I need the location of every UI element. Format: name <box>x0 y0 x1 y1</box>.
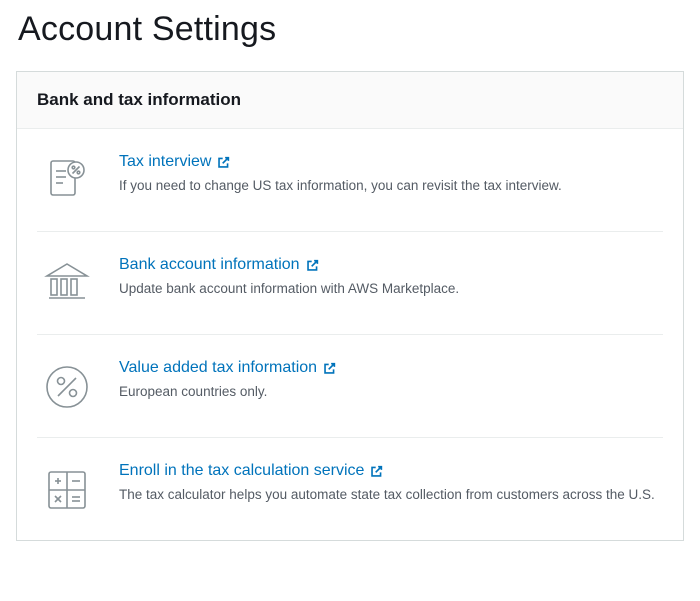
link-label: Value added tax information <box>119 359 317 377</box>
external-link-icon <box>370 465 383 478</box>
row-vat: Value added tax information European cou… <box>37 335 663 438</box>
tax-interview-link[interactable]: Tax interview <box>119 153 230 171</box>
row-description: If you need to change US tax information… <box>119 177 663 196</box>
panel-header: Bank and tax information <box>17 72 683 129</box>
bank-account-link[interactable]: Bank account information <box>119 256 319 274</box>
external-link-icon <box>217 156 230 169</box>
row-content: Tax interview If you need to change US t… <box>119 153 663 196</box>
tax-calc-link[interactable]: Enroll in the tax calculation service <box>119 462 383 480</box>
link-label: Bank account information <box>119 256 300 274</box>
row-bank-account: Bank account information Update bank acc… <box>37 232 663 335</box>
percent-circle-icon <box>37 359 97 413</box>
row-description: Update bank account information with AWS… <box>119 280 663 299</box>
row-description: European countries only. <box>119 383 663 402</box>
row-content: Value added tax information European cou… <box>119 359 663 402</box>
panel-body: Tax interview If you need to change US t… <box>17 129 683 540</box>
document-percent-icon <box>37 153 97 207</box>
row-tax-interview: Tax interview If you need to change US t… <box>37 129 663 232</box>
page-title: Account Settings <box>18 10 684 49</box>
row-content: Bank account information Update bank acc… <box>119 256 663 299</box>
row-content: Enroll in the tax calculation service Th… <box>119 462 663 505</box>
bank-icon <box>37 256 97 310</box>
bank-tax-panel: Bank and tax information Tax interview <box>16 71 684 541</box>
external-link-icon <box>323 362 336 375</box>
link-label: Enroll in the tax calculation service <box>119 462 364 480</box>
calculator-icon <box>37 462 97 516</box>
external-link-icon <box>306 259 319 272</box>
link-label: Tax interview <box>119 153 211 171</box>
row-tax-calc: Enroll in the tax calculation service Th… <box>37 438 663 540</box>
row-description: The tax calculator helps you automate st… <box>119 486 663 505</box>
vat-link[interactable]: Value added tax information <box>119 359 336 377</box>
